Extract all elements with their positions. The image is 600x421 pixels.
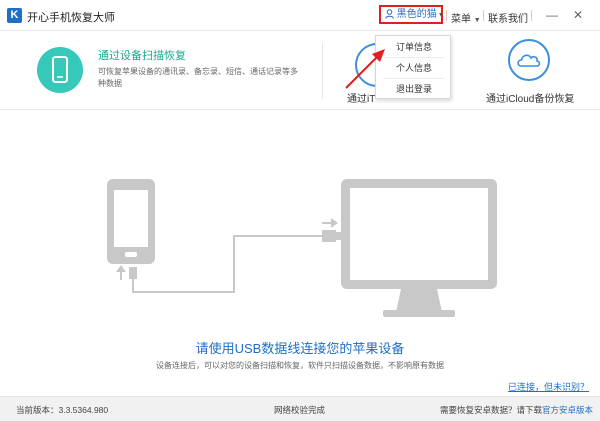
icloud-backup-label: 通过iCloud备份恢复 (486, 94, 575, 105)
device-scan-title: 通过设备扫描恢复 (98, 50, 186, 62)
arrow-up-icon (116, 265, 126, 280)
caret-down-icon: ▼ (437, 12, 445, 19)
android-download-link[interactable]: 官方安卓版本 (542, 405, 593, 415)
title-separator (446, 10, 447, 21)
app-logo: K (7, 8, 22, 23)
mode-divider (322, 43, 323, 99)
caret-down-icon: ▼ (473, 17, 481, 24)
android-download-prompt: 需要恢复安卓数据？请下载官方安卓版本 (440, 404, 593, 416)
title-bar: K 开心手机恢复大师 黑色的猫▼ 菜单 ▼ 联系我们 — ✕ (0, 0, 600, 31)
usb-cable (129, 230, 342, 293)
cloud-icon (508, 39, 550, 81)
minimize-button[interactable]: — (543, 6, 561, 24)
user-icon (385, 9, 394, 24)
close-button[interactable]: ✕ (569, 6, 587, 24)
connect-instruction: 设备连接后，可以对您的设备扫描和恢复，软件只扫描设备数据，不影响原有数据 (156, 361, 444, 370)
network-status: 网络校验完成 (274, 405, 326, 415)
menu-button[interactable]: 菜单 ▼ (451, 10, 481, 25)
android-prompt-text: 需要恢复安卓数据？请下载 (440, 405, 543, 415)
phone-illustration (107, 179, 155, 264)
title-separator (531, 10, 532, 21)
device-scan-icon (37, 47, 83, 93)
title-separator (483, 10, 484, 21)
version-label: 当前版本：3.3.5364.980 (16, 405, 109, 415)
arrow-right-icon (322, 218, 338, 228)
user-menu-button[interactable]: 黑色的猫▼ (379, 5, 445, 24)
not-recognized-link[interactable]: 已连接，但未识别？ (508, 380, 589, 393)
username-label: 黑色的猫 (396, 9, 437, 20)
contact-us-link[interactable]: 联系我们 (488, 10, 528, 25)
recovery-mode-bar: 通过设备扫描恢复 可恢复苹果设备的通讯录、备忘录、短信、通话记录等多种数据 通过… (0, 31, 600, 110)
monitor-illustration (341, 179, 497, 317)
connect-headline: 请使用USB数据线连接您的苹果设备 (195, 341, 405, 356)
connection-illustration (107, 179, 497, 317)
status-bar: 当前版本：3.3.5364.980 网络校验完成 需要恢复安卓数据？请下载官方安… (0, 396, 600, 421)
connection-panel: 请使用USB数据线连接您的苹果设备 设备连接后，可以对您的设备扫描和恢复，软件只… (0, 110, 600, 396)
app-title: 开心手机恢复大师 (27, 12, 115, 24)
annotation-arrow (345, 49, 385, 89)
device-scan-description: 可恢复苹果设备的通讯录、备忘录、短信、通话记录等多种数据 (98, 67, 298, 88)
menu-label: 菜单 (451, 14, 471, 25)
